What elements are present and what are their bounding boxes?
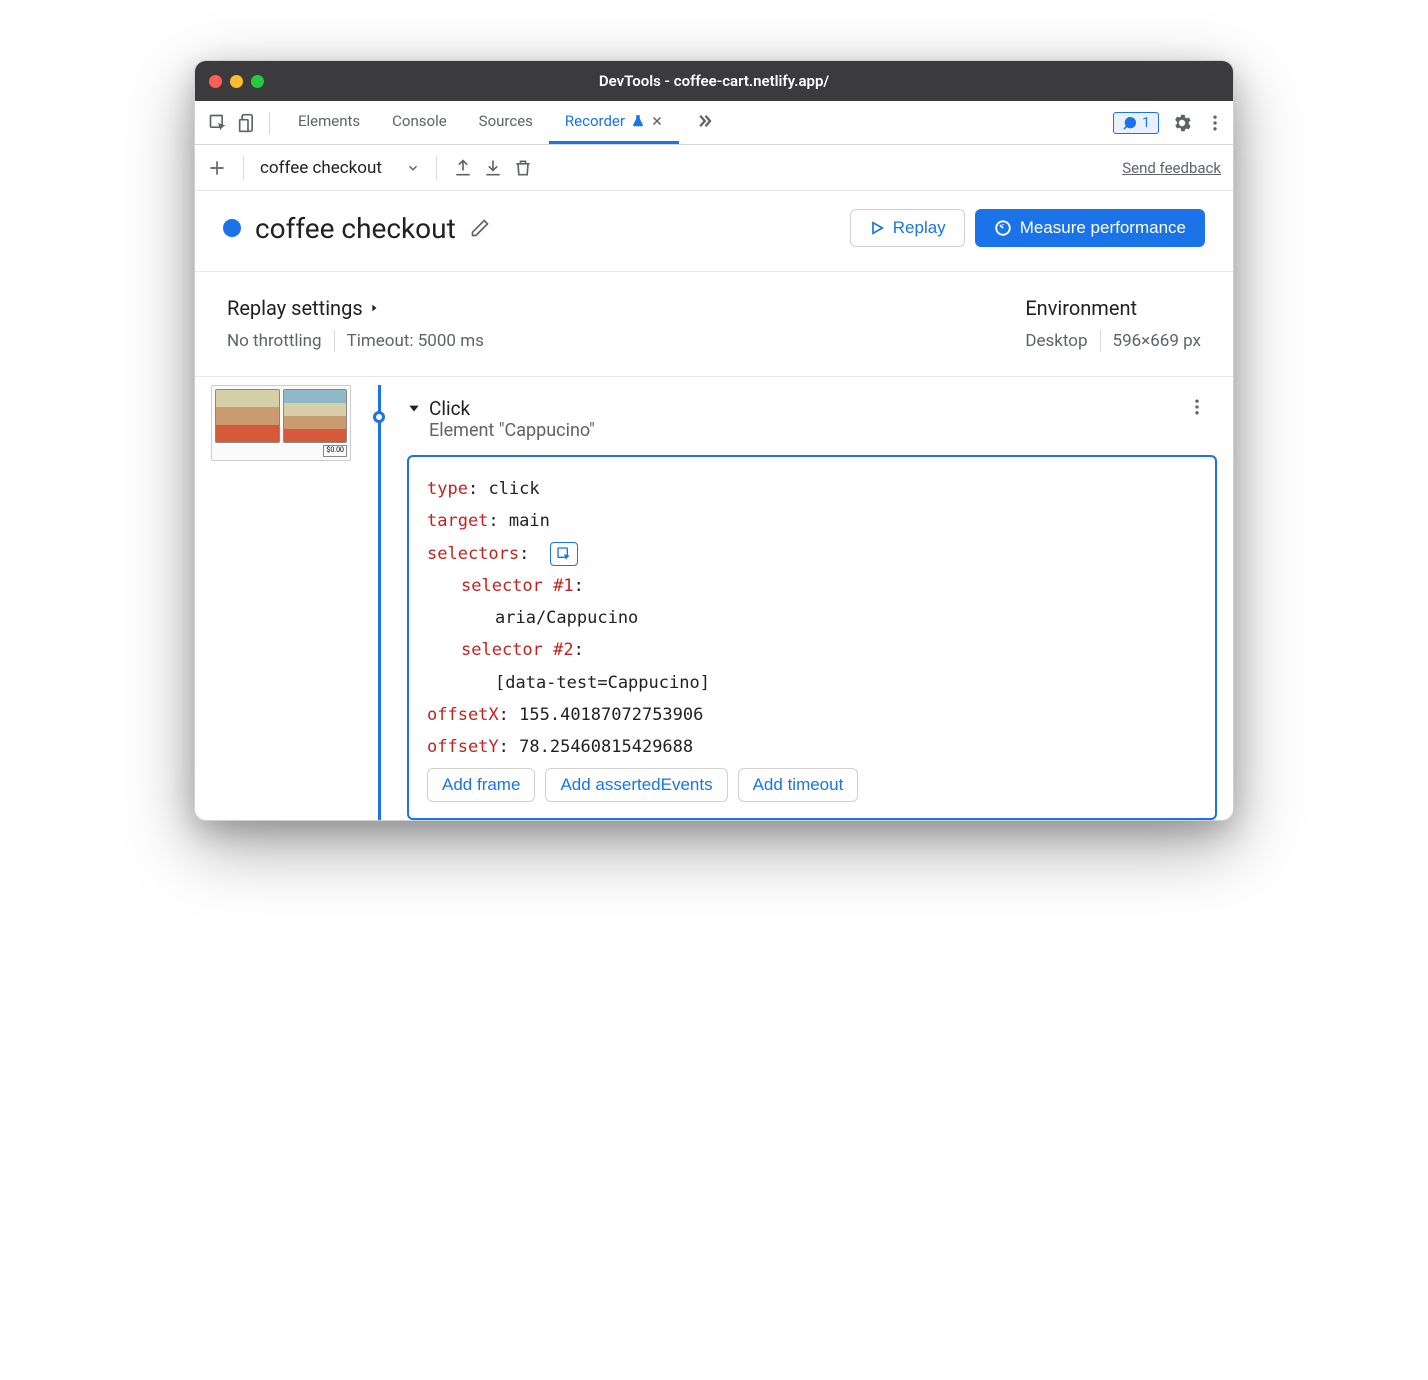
panel-tabs: Elements Console Sources Recorder bbox=[282, 101, 729, 144]
window-title: DevTools - coffee-cart.netlify.app/ bbox=[195, 72, 1233, 90]
window-close-button[interactable] bbox=[209, 75, 222, 88]
thumbnail-price-label: $0.00 bbox=[323, 445, 347, 457]
recording-dropdown-label: coffee checkout bbox=[260, 158, 382, 178]
divider bbox=[269, 112, 270, 134]
key-target: target bbox=[427, 511, 488, 531]
divider bbox=[436, 157, 437, 179]
key-selector-1: selector #1 bbox=[461, 576, 574, 596]
timeout-value: Timeout: 5000 ms bbox=[347, 331, 484, 351]
selector-picker-icon[interactable] bbox=[550, 542, 578, 566]
recording-header: coffee checkout Replay Measure performan… bbox=[195, 191, 1233, 272]
step-subtitle: Element "Cappucino" bbox=[429, 420, 595, 441]
tab-sources[interactable]: Sources bbox=[463, 101, 549, 144]
val-offsetx[interactable]: 155.40187072753906 bbox=[519, 705, 703, 725]
add-timeout-button[interactable]: Add timeout bbox=[738, 768, 859, 802]
measure-button-label: Measure performance bbox=[1020, 218, 1186, 238]
tab-console[interactable]: Console bbox=[376, 101, 463, 144]
key-selectors: selectors bbox=[427, 544, 519, 564]
replay-button[interactable]: Replay bbox=[850, 209, 965, 247]
recording-status-dot bbox=[223, 219, 241, 237]
val-target[interactable]: main bbox=[509, 511, 550, 531]
val-type[interactable]: click bbox=[488, 479, 539, 499]
traffic-lights bbox=[209, 75, 264, 88]
viewport-value: 596×669 px bbox=[1113, 331, 1201, 351]
caret-right-icon bbox=[369, 302, 379, 314]
settings-row: Replay settings No throttling Timeout: 5… bbox=[195, 272, 1233, 377]
divider bbox=[1100, 330, 1101, 352]
tab-recorder[interactable]: Recorder bbox=[549, 101, 679, 144]
kebab-menu-icon[interactable] bbox=[1205, 113, 1225, 133]
caret-down-icon bbox=[407, 401, 421, 415]
devtools-tabbar: Elements Console Sources Recorder 1 bbox=[195, 101, 1233, 145]
measure-performance-button[interactable]: Measure performance bbox=[975, 209, 1205, 247]
step-area: $0.00 Click Element "Cappucino" type: bbox=[195, 377, 1233, 820]
send-feedback-link[interactable]: Send feedback bbox=[1122, 159, 1221, 177]
val-selector-1[interactable]: aria/Cappucino bbox=[495, 608, 638, 628]
export-icon[interactable] bbox=[453, 158, 473, 178]
key-offsetx: offsetX bbox=[427, 705, 499, 725]
issues-count: 1 bbox=[1142, 115, 1150, 131]
tab-label: Recorder bbox=[565, 112, 625, 130]
step-menu-icon[interactable] bbox=[1187, 397, 1217, 417]
val-selector-2[interactable]: [data-test=Cappucino] bbox=[495, 673, 710, 693]
play-icon bbox=[869, 220, 885, 236]
delete-icon[interactable] bbox=[513, 158, 533, 178]
more-tabs-button[interactable] bbox=[679, 101, 729, 144]
device-toggle-icon[interactable] bbox=[233, 108, 263, 138]
step-thumbnail: $0.00 bbox=[211, 385, 351, 461]
replay-button-label: Replay bbox=[893, 218, 946, 238]
add-asserted-events-button[interactable]: Add assertedEvents bbox=[545, 768, 727, 802]
close-tab-icon[interactable] bbox=[651, 115, 663, 127]
environment-label: Environment bbox=[1025, 296, 1137, 320]
environment-heading: Environment bbox=[1025, 296, 1201, 320]
replay-settings-label: Replay settings bbox=[227, 296, 363, 320]
window-maximize-button[interactable] bbox=[251, 75, 264, 88]
import-icon[interactable] bbox=[483, 158, 503, 178]
step-header[interactable]: Click Element "Cappucino" bbox=[407, 397, 1217, 441]
step-details-panel: type: click target: main selectors: sele… bbox=[407, 455, 1217, 820]
new-recording-icon[interactable] bbox=[207, 158, 227, 178]
flask-icon bbox=[631, 114, 645, 128]
key-selector-2: selector #2 bbox=[461, 640, 574, 660]
window-titlebar: DevTools - coffee-cart.netlify.app/ bbox=[195, 61, 1233, 101]
tab-label: Elements bbox=[298, 112, 360, 130]
divider bbox=[334, 330, 335, 352]
divider bbox=[243, 157, 244, 179]
val-offsety[interactable]: 78.25460815429688 bbox=[519, 737, 693, 757]
recorder-toolbar: coffee checkout Send feedback bbox=[195, 145, 1233, 191]
step-title: Click bbox=[429, 397, 595, 420]
timeline-dot bbox=[373, 411, 385, 423]
device-value: Desktop bbox=[1025, 331, 1087, 351]
inspect-element-icon[interactable] bbox=[203, 108, 233, 138]
key-type: type bbox=[427, 479, 468, 499]
edit-title-icon[interactable] bbox=[470, 218, 490, 238]
devtools-window: DevTools - coffee-cart.netlify.app/ Elem… bbox=[194, 60, 1234, 821]
recording-title: coffee checkout bbox=[255, 212, 456, 245]
add-frame-button[interactable]: Add frame bbox=[427, 768, 535, 802]
throttle-value: No throttling bbox=[227, 331, 322, 351]
window-minimize-button[interactable] bbox=[230, 75, 243, 88]
tab-elements[interactable]: Elements bbox=[282, 101, 376, 144]
gauge-icon bbox=[994, 219, 1012, 237]
key-offsety: offsetY bbox=[427, 737, 499, 757]
recording-dropdown[interactable]: coffee checkout bbox=[260, 158, 420, 178]
issues-button[interactable]: 1 bbox=[1113, 112, 1159, 134]
tab-label: Console bbox=[392, 112, 447, 130]
chevron-down-icon bbox=[406, 161, 420, 175]
settings-icon[interactable] bbox=[1171, 112, 1193, 134]
timeline bbox=[359, 385, 399, 820]
tab-label: Sources bbox=[479, 112, 533, 130]
replay-settings-heading[interactable]: Replay settings bbox=[227, 296, 484, 320]
